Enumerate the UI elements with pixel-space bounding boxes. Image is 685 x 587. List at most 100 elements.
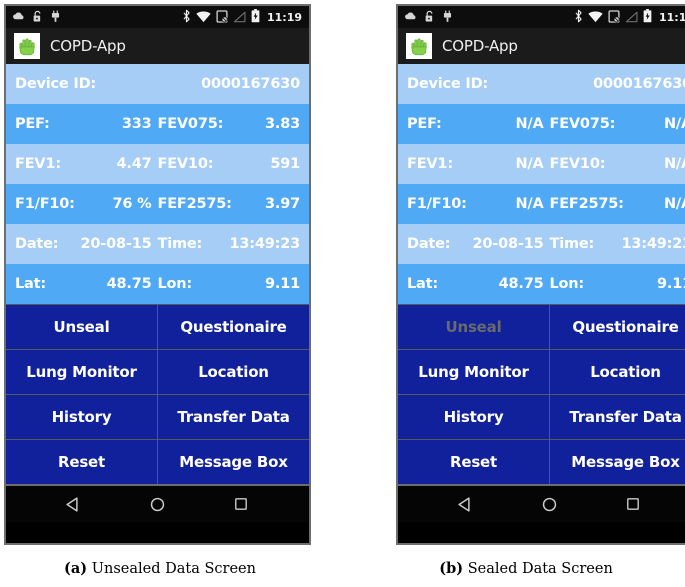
message-box-button[interactable]: Message Box (550, 440, 685, 484)
action-button-grid: Unseal Questionaire Lung Monitor Locatio… (6, 304, 309, 484)
data-row-date-time: Date: 20-08-15 Time: 13:49:23 (398, 224, 685, 264)
field-lat: Lat: 48.75 (407, 276, 550, 292)
location-button[interactable]: Location (550, 350, 685, 394)
field-value: 20-08-15 (80, 236, 152, 252)
field-label: Date: (407, 236, 451, 252)
field-value: 13:49:23 (621, 236, 685, 252)
field-value: 3.83 (265, 116, 300, 132)
figure-two-phone-screens: 11:19 COPD-App Device ID: 0000167630 PEF… (0, 0, 685, 587)
location-button[interactable]: Location (158, 350, 309, 394)
field-label: Time: (549, 236, 595, 252)
unseal-button[interactable]: Unseal (398, 305, 549, 349)
history-button[interactable]: History (6, 395, 157, 439)
field-label: FEV10: (549, 156, 606, 172)
recents-square-icon[interactable] (613, 496, 653, 512)
status-bar-left-icons (12, 8, 61, 27)
field-value: 0000167630 (201, 76, 300, 92)
unlocked-padlock-icon (32, 8, 43, 27)
action-button-grid: Unseal Questionaire Lung Monitor Locatio… (398, 304, 685, 484)
action-bar: COPD-App (398, 28, 685, 64)
status-bar-left-icons (404, 8, 453, 27)
battery-charging-icon (643, 8, 652, 27)
reset-button[interactable]: Reset (6, 440, 157, 484)
signal-icon (233, 8, 246, 27)
field-label: FEF2575: (549, 196, 624, 212)
back-triangle-icon[interactable] (54, 496, 94, 513)
field-label: PEF: (407, 116, 442, 132)
unseal-button[interactable]: Unseal (6, 305, 157, 349)
usb-plug-icon (50, 8, 61, 27)
field-label: FEV075: (549, 116, 616, 132)
questionaire-button[interactable]: Questionaire (550, 305, 685, 349)
back-triangle-icon[interactable] (446, 496, 486, 513)
transfer-data-button[interactable]: Transfer Data (158, 395, 309, 439)
field-label: Time: (157, 236, 203, 252)
status-bar: 11:19 (6, 6, 309, 28)
app-title: COPD-App (50, 37, 126, 55)
field-date: Date: 20-08-15 (407, 236, 550, 252)
lung-monitor-button[interactable]: Lung Monitor (398, 350, 549, 394)
lung-monitor-button[interactable]: Lung Monitor (6, 350, 157, 394)
wifi-icon (196, 8, 211, 27)
field-fev075: FEV075: N/A (550, 116, 685, 132)
home-circle-icon[interactable] (529, 496, 569, 513)
field-value: N/A (515, 116, 544, 132)
field-value: N/A (515, 156, 544, 172)
field-device-id: Device ID: 0000167630 (15, 76, 300, 92)
data-row-fev1: FEV1: 4.47 FEV10: 591 (6, 144, 309, 184)
data-row-lat-lon: Lat: 48.75 Lon: 9.11 (398, 264, 685, 304)
field-label: FEV10: (157, 156, 214, 172)
wifi-icon (588, 8, 603, 27)
field-fef2575: FEF2575: N/A (550, 196, 685, 212)
field-time: Time: 13:49:23 (550, 236, 685, 252)
field-label: Lon: (157, 276, 193, 292)
field-value: 333 (121, 116, 152, 132)
home-circle-icon[interactable] (137, 496, 177, 513)
data-rows: Device ID: 0000167630 PEF: N/A FEV075: N… (398, 64, 685, 304)
field-value: N/A (515, 196, 544, 212)
field-label: PEF: (15, 116, 50, 132)
transfer-data-button[interactable]: Transfer Data (550, 395, 685, 439)
field-value: 76 % (112, 196, 152, 212)
field-value: 3.97 (265, 196, 300, 212)
field-value: 48.75 (498, 276, 544, 292)
signal-icon (625, 8, 638, 27)
field-f1-f10: F1/F10: N/A (407, 196, 550, 212)
unlocked-padlock-icon (424, 8, 435, 27)
android-navigation-bar (398, 484, 685, 522)
field-lon: Lon: 9.11 (158, 276, 301, 292)
field-label: F1/F10: (407, 196, 467, 212)
field-value: 20-08-15 (472, 236, 544, 252)
message-box-button[interactable]: Message Box (158, 440, 309, 484)
field-time: Time: 13:49:23 (158, 236, 301, 252)
data-row-pef: PEF: N/A FEV075: N/A (398, 104, 685, 144)
caption-panel-b: (b) Sealed Data Screen (366, 560, 685, 577)
field-value: 48.75 (106, 276, 152, 292)
caption-label: (b) (439, 560, 464, 577)
history-button[interactable]: History (398, 395, 549, 439)
questionaire-button[interactable]: Questionaire (158, 305, 309, 349)
android-navigation-bar (6, 484, 309, 522)
data-row-device-id: Device ID: 0000167630 (6, 64, 309, 104)
action-bar: COPD-App (6, 28, 309, 64)
field-label: Device ID: (407, 76, 488, 92)
field-label: F1/F10: (15, 196, 75, 212)
data-row-device-id: Device ID: 0000167630 (398, 64, 685, 104)
field-pef: PEF: 333 (15, 116, 158, 132)
field-fev075: FEV075: 3.83 (158, 116, 301, 132)
data-row-pef: PEF: 333 FEV075: 3.83 (6, 104, 309, 144)
green-hand-app-icon (14, 33, 40, 59)
field-label: FEV1: (407, 156, 453, 172)
field-f1-f10: F1/F10: 76 % (15, 196, 158, 212)
field-label: Lat: (407, 276, 438, 292)
field-fev10: FEV10: N/A (550, 156, 685, 172)
cloud-icon (404, 8, 417, 27)
recents-square-icon[interactable] (221, 496, 261, 512)
data-row-fev1: FEV1: N/A FEV10: N/A (398, 144, 685, 184)
field-value: 0000167630 (593, 76, 685, 92)
field-value: N/A (663, 196, 685, 212)
reset-button[interactable]: Reset (398, 440, 549, 484)
caption-panel-a: (a) Unsealed Data Screen (0, 560, 320, 577)
field-pef: PEF: N/A (407, 116, 550, 132)
data-rows: Device ID: 0000167630 PEF: 333 FEV075: 3… (6, 64, 309, 304)
